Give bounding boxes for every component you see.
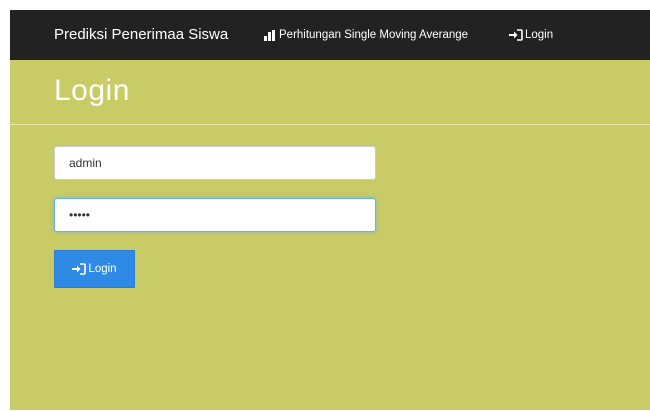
page-title: Login xyxy=(54,74,130,107)
nav-link-label: Perhitungan Single Moving Averange xyxy=(279,29,469,41)
nav-link-login[interactable]: Login xyxy=(509,10,553,60)
sign-in-icon xyxy=(72,263,87,275)
brand-link[interactable]: Prediksi Penerimaa Siswa xyxy=(54,10,228,60)
username-field[interactable] xyxy=(54,146,376,180)
sign-in-icon xyxy=(509,29,523,41)
nav-link-label: Login xyxy=(525,29,554,41)
bar-chart-icon xyxy=(264,29,276,41)
login-button-label: Login xyxy=(88,263,117,275)
app-frame: Prediksi Penerimaa Siswa Perhitungan Sin… xyxy=(10,10,650,410)
top-navbar: Prediksi Penerimaa Siswa Perhitungan Sin… xyxy=(10,10,650,60)
title-divider xyxy=(10,124,650,125)
login-button[interactable]: Login xyxy=(54,250,135,288)
password-field[interactable] xyxy=(54,198,376,232)
nav-link-single-moving-average[interactable]: Perhitungan Single Moving Averange xyxy=(264,10,468,60)
